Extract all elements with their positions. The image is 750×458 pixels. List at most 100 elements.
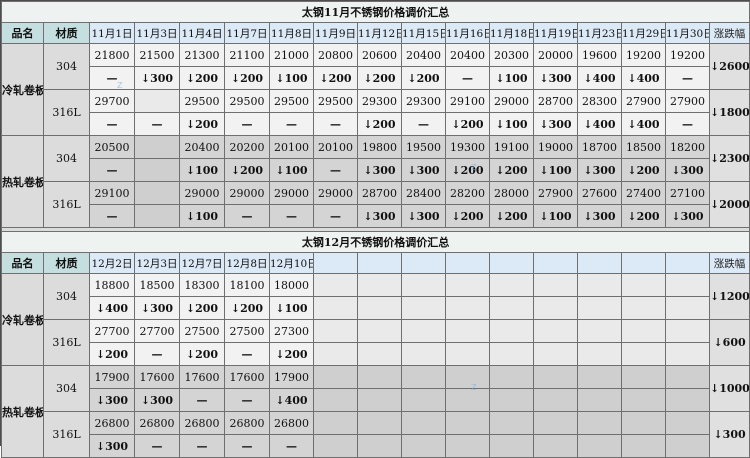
price-cell: 27300 — [269, 319, 314, 343]
change-cell: — — [224, 112, 270, 136]
header-date: 12月7日 — [179, 252, 225, 274]
change-cell — [445, 342, 490, 366]
price-cell: 20300 — [489, 43, 534, 67]
price-cell: 19200 — [665, 43, 710, 67]
price-row: 316L 27700 27700 27500 27500 27300 ↓600 — [2, 319, 750, 366]
price-cell — [533, 411, 578, 435]
price-cell: 20400 — [445, 43, 490, 67]
price-cell — [665, 411, 710, 435]
change-cell — [533, 434, 578, 458]
price-cell: 19200 — [621, 43, 666, 67]
change-cell: ↓400 — [621, 112, 666, 136]
price-cell: 17900 — [89, 365, 135, 389]
price-cell: 27500 — [179, 319, 225, 343]
price-row: 316L 29700 29500 29500 29500 29500 29300 29300 2… — [2, 89, 750, 136]
change-cell: ↓400 — [89, 296, 135, 320]
change-cell — [445, 296, 490, 320]
change-cell: ↓100 — [269, 158, 314, 182]
header-date: 11月30日 — [665, 22, 710, 44]
change-cell: — — [224, 204, 270, 228]
product-name: 热轧卷板 — [1, 365, 44, 458]
change-cell: — — [134, 434, 180, 458]
change-cell: ↓300 — [533, 112, 578, 136]
change-cell: ↓200 — [179, 112, 225, 136]
material-name: 304 — [43, 43, 90, 90]
change-cell — [489, 342, 534, 366]
header-date — [533, 252, 578, 274]
price-cell: 21800 — [89, 43, 135, 67]
change-cell — [621, 296, 666, 320]
product-name: 冷轧卷板 — [1, 273, 44, 366]
header-date — [445, 252, 490, 274]
change-cell — [489, 434, 534, 458]
price-cell: 20100 — [269, 135, 314, 159]
change-cell: ↓200 — [445, 112, 490, 136]
change-cell: ↓300 — [665, 158, 710, 182]
change-cell: ↓300 — [134, 66, 180, 90]
change-cell — [665, 388, 710, 412]
change-cell — [313, 342, 358, 366]
change-cell: ↓100 — [269, 296, 314, 320]
price-cell — [357, 411, 402, 435]
price-cell: 27900 — [533, 181, 578, 205]
change-cell — [357, 296, 402, 320]
header-product: 品名 — [1, 252, 44, 274]
price-summary-sheet: 太钢11月不锈钢价格调价汇总 品名 材质 11月1日 11月3日 11月4日 11月7日 11… — [0, 0, 750, 458]
change-cell — [489, 296, 534, 320]
price-cell — [313, 319, 358, 343]
price-cell — [401, 411, 446, 435]
price-cell: 17600 — [179, 365, 225, 389]
change-cell: ↓200 — [179, 296, 225, 320]
change-row: — ↓100 ↓200 ↓100— ↓300 ↓300 ↓200 ↓200 ↓100 ↓300 ↓2… — [2, 158, 750, 182]
price-cell: 29000 — [224, 181, 270, 205]
header-date: 12月8日 — [224, 252, 270, 274]
change-cell — [533, 342, 578, 366]
price-cell — [533, 365, 578, 389]
price-cell — [665, 365, 710, 389]
header-date: 12月2日 — [89, 252, 135, 274]
price-cell: 19000 — [533, 135, 578, 159]
watermark-logo: Z — [117, 81, 123, 90]
material-name: 316L — [43, 89, 90, 136]
price-cell — [621, 365, 666, 389]
change-cell: ↓400 — [577, 112, 622, 136]
price-cell: 26800 — [89, 411, 135, 435]
change-cell — [665, 434, 710, 458]
price-cell: 27700 — [89, 319, 135, 343]
header-date — [665, 252, 710, 274]
price-cell: 28000 — [489, 181, 534, 205]
material-name: 316L — [43, 319, 90, 366]
header-date: 11月8日 — [269, 22, 314, 44]
section-title: 太钢11月不锈钢价格调价汇总 — [0, 1, 750, 23]
change-cell: ↓200 — [224, 66, 270, 90]
price-cell: 26800 — [269, 411, 314, 435]
change-cell: ↓100 — [533, 204, 578, 228]
price-cell: 19300 — [445, 135, 490, 159]
price-row: 冷轧卷板 304 18800 18500 18300 18100 18000 ↓1200 — [1, 273, 750, 366]
price-cell: 21100 — [224, 43, 270, 67]
header-date: 11月15日 — [401, 22, 446, 44]
change-cell — [313, 388, 358, 412]
change-cell: ↓200 — [621, 204, 666, 228]
change-cell — [533, 296, 578, 320]
change-cell — [357, 342, 402, 366]
price-cell — [577, 273, 622, 297]
price-cell: 29500 — [313, 89, 358, 113]
change-cell: — — [269, 204, 314, 228]
change-cell: ↓300 — [533, 66, 578, 90]
change-cell: ↓200 — [357, 66, 402, 90]
change-cell — [357, 434, 402, 458]
change-row: — — ↓200— — — ↓200— ↓200 ↓100 ↓300 ↓400 ↓400— — [2, 112, 750, 136]
product-name: 冷轧卷板 — [1, 43, 44, 136]
section-title-row: 太钢12月不锈钢价格调价汇总 — [0, 231, 750, 253]
header-date: 11月3日 — [134, 22, 180, 44]
change-cell: — — [665, 112, 710, 136]
range-cell: ↓300 — [708, 411, 750, 458]
price-cell — [313, 365, 358, 389]
price-cell — [665, 273, 710, 297]
price-cell: 19500 — [401, 135, 446, 159]
change-cell: — — [134, 342, 180, 366]
price-cell: 17600 — [134, 365, 180, 389]
change-cell — [134, 204, 180, 228]
price-cell: 21500 — [134, 43, 180, 67]
